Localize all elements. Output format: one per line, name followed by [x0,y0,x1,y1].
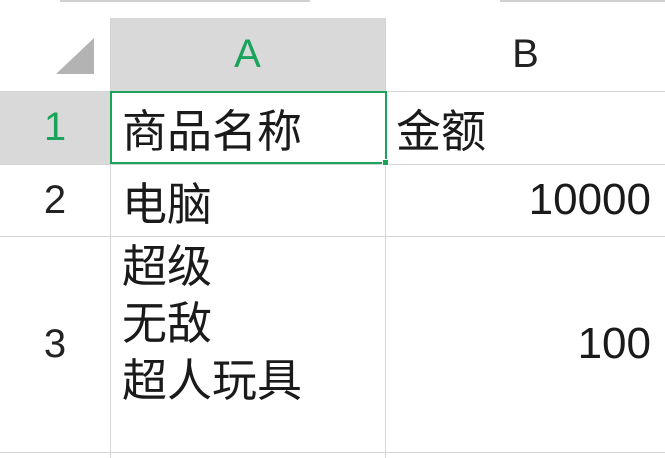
row-header-1[interactable]: 1 [0,91,110,164]
cell-b3[interactable]: 100 [386,236,665,452]
gridline [0,164,665,165]
cell-b1[interactable]: 金额 [386,91,665,164]
cell-a2[interactable]: 电脑 [110,164,386,236]
gridline [385,18,386,458]
toolbar-edge [0,0,665,18]
fill-handle[interactable] [382,159,389,166]
cell-a3-line: 无敌 [122,297,213,350]
toolbar-fragment [500,0,665,2]
cell-b2[interactable]: 10000 [386,164,665,236]
row-header-2[interactable]: 2 [0,164,110,236]
gridline [110,18,111,458]
cell-a1[interactable]: 商品名称 [110,91,386,164]
gridline [0,452,665,453]
toolbar-fragment [60,0,310,2]
gridline [0,91,665,92]
gridline [0,236,665,237]
cell-a3-line: 超人玩具 [122,354,303,407]
spreadsheet-grid: A B 1 2 3 商品名称 金额 电脑 10000 超级 无敌 超人玩具 10… [0,0,665,458]
row-header-3[interactable]: 3 [0,236,110,452]
select-all-triangle-icon [56,38,94,74]
cell-a3-line: 超级 [122,240,213,293]
cell-a3[interactable]: 超级 无敌 超人玩具 [110,236,386,452]
column-header-b[interactable]: B [386,18,665,91]
select-all-corner[interactable] [0,18,110,91]
column-header-a[interactable]: A [110,18,386,91]
